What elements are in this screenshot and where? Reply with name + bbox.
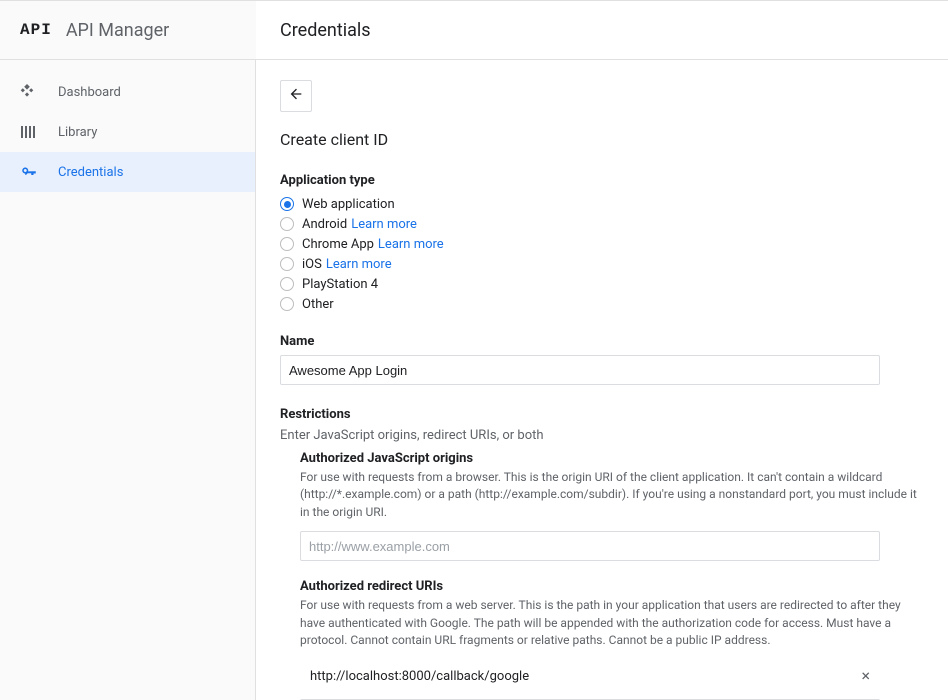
api-logo: API [20, 21, 52, 39]
top-bar-left: API API Manager [0, 1, 256, 59]
sidebar-item-label: Credentials [58, 165, 123, 180]
key-icon [20, 163, 44, 181]
restrictions-section: Restrictions Enter JavaScript origins, r… [280, 407, 924, 700]
name-label: Name [280, 334, 924, 349]
sidebar-item-dashboard[interactable]: Dashboard [0, 72, 255, 112]
sidebar-item-credentials[interactable]: Credentials [0, 152, 255, 192]
back-arrow-icon [288, 86, 304, 106]
name-input[interactable] [280, 355, 880, 385]
radio-chrome-app[interactable]: Chrome App Learn more [280, 234, 924, 254]
dashboard-icon [20, 84, 44, 100]
js-origin-input[interactable] [300, 531, 880, 561]
application-type-label: Application type [280, 173, 924, 188]
name-section: Name [280, 334, 924, 385]
redirect-uri-value: http://localhost:8000/callback/google [310, 669, 529, 684]
radio-label: iOS [302, 257, 322, 272]
remove-uri-icon[interactable]: × [861, 668, 870, 684]
restrictions-desc: Enter JavaScript origins, redirect URIs,… [280, 428, 924, 443]
restrictions-label: Restrictions [280, 407, 924, 422]
top-bar: API API Manager Credentials [0, 0, 948, 60]
js-origins-title: Authorized JavaScript origins [300, 451, 924, 466]
redirect-uris-desc: For use with requests from a web server.… [300, 597, 924, 649]
radio-icon [280, 217, 294, 231]
radio-playstation[interactable]: PlayStation 4 [280, 274, 924, 294]
js-origins-section: Authorized JavaScript origins For use wi… [300, 451, 924, 561]
radio-icon [280, 277, 294, 291]
radio-android[interactable]: Android Learn more [280, 214, 924, 234]
application-type-group: Application type Web application Android… [280, 173, 924, 314]
radio-icon [280, 257, 294, 271]
back-button[interactable] [280, 80, 312, 112]
top-bar-right: Credentials [256, 1, 948, 59]
sidebar-item-label: Library [58, 125, 97, 140]
radio-ios[interactable]: iOS Learn more [280, 254, 924, 274]
radio-icon [280, 197, 294, 211]
library-icon [20, 124, 44, 140]
learn-more-link[interactable]: Learn more [326, 257, 392, 272]
radio-web-application[interactable]: Web application [280, 194, 924, 214]
redirect-uris-section: Authorized redirect URIs For use with re… [300, 579, 924, 700]
radio-icon [280, 237, 294, 251]
page-title: Credentials [280, 20, 371, 41]
radio-label: Web application [302, 197, 395, 212]
main-content: Create client ID Application type Web ap… [256, 60, 948, 700]
radio-label: Chrome App [302, 237, 374, 252]
radio-label: Other [302, 297, 334, 312]
sidebar-item-library[interactable]: Library [0, 112, 255, 152]
radio-other[interactable]: Other [280, 294, 924, 314]
app-title: API Manager [66, 20, 169, 41]
learn-more-link[interactable]: Learn more [378, 237, 444, 252]
page-subtitle: Create client ID [280, 130, 924, 149]
radio-icon [280, 297, 294, 311]
sidebar: Dashboard Library Credentials [0, 60, 256, 700]
learn-more-link[interactable]: Learn more [351, 217, 417, 232]
redirect-uris-title: Authorized redirect URIs [300, 579, 924, 594]
sidebar-item-label: Dashboard [58, 85, 121, 100]
radio-label: Android [302, 217, 347, 232]
redirect-uri-entry: http://localhost:8000/callback/google × [300, 659, 880, 693]
radio-label: PlayStation 4 [302, 277, 378, 292]
js-origins-desc: For use with requests from a browser. Th… [300, 469, 924, 521]
